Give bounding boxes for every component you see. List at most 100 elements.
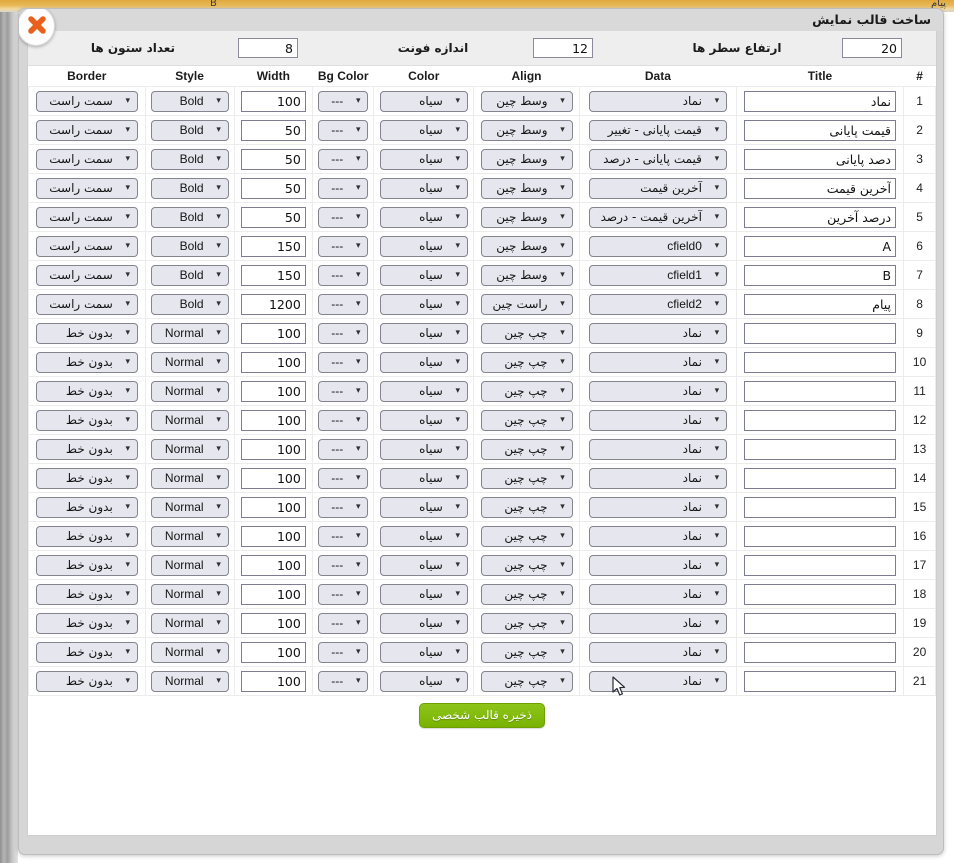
font-style-select-6[interactable]: ▾Bold: [151, 265, 229, 286]
width-input-10[interactable]: [241, 381, 306, 402]
bg-color-select-16[interactable]: ▾---: [318, 555, 368, 576]
bg-color-select-15[interactable]: ▾---: [318, 526, 368, 547]
width-input-14[interactable]: [241, 497, 306, 518]
text-color-select-6[interactable]: ▾سیاه: [380, 265, 468, 286]
border-select-11[interactable]: ▾بدون خط: [36, 410, 138, 431]
border-select-1[interactable]: ▾سمت راست: [36, 120, 138, 141]
data-source-select-2[interactable]: ▾قیمت پایانی - درصد: [589, 149, 727, 170]
text-color-select-2[interactable]: ▾سیاه: [380, 149, 468, 170]
width-input-5[interactable]: [241, 236, 306, 257]
align-select-8[interactable]: ▾چپ چین: [481, 323, 573, 344]
width-input-20[interactable]: [241, 671, 306, 692]
bg-color-select-5[interactable]: ▾---: [318, 236, 368, 257]
border-select-18[interactable]: ▾بدون خط: [36, 613, 138, 634]
align-select-14[interactable]: ▾چپ چین: [481, 497, 573, 518]
font-style-select-7[interactable]: ▾Bold: [151, 294, 229, 315]
align-select-7[interactable]: ▾راست چین: [481, 294, 573, 315]
title-input-0[interactable]: [744, 91, 896, 112]
bg-color-select-19[interactable]: ▾---: [318, 642, 368, 663]
align-select-18[interactable]: ▾چپ چین: [481, 613, 573, 634]
title-input-4[interactable]: [744, 207, 896, 228]
font-style-select-13[interactable]: ▾Normal: [151, 468, 229, 489]
title-input-6[interactable]: [744, 265, 896, 286]
border-select-5[interactable]: ▾سمت راست: [36, 236, 138, 257]
align-select-17[interactable]: ▾چپ چین: [481, 584, 573, 605]
border-select-7[interactable]: ▾سمت راست: [36, 294, 138, 315]
font-style-select-0[interactable]: ▾Bold: [151, 91, 229, 112]
data-source-select-14[interactable]: ▾نماد: [589, 497, 727, 518]
width-input-15[interactable]: [241, 526, 306, 547]
bg-color-select-2[interactable]: ▾---: [318, 149, 368, 170]
align-select-10[interactable]: ▾چپ چین: [481, 381, 573, 402]
align-select-11[interactable]: ▾چپ چین: [481, 410, 573, 431]
width-input-11[interactable]: [241, 410, 306, 431]
data-source-select-3[interactable]: ▾آخرین قیمت: [589, 178, 727, 199]
width-input-18[interactable]: [241, 613, 306, 634]
text-color-select-9[interactable]: ▾سیاه: [380, 352, 468, 373]
text-color-select-4[interactable]: ▾سیاه: [380, 207, 468, 228]
data-source-select-11[interactable]: ▾نماد: [589, 410, 727, 431]
title-input-11[interactable]: [744, 410, 896, 431]
border-select-3[interactable]: ▾سمت راست: [36, 178, 138, 199]
width-input-0[interactable]: [241, 91, 306, 112]
width-input-4[interactable]: [241, 207, 306, 228]
align-select-1[interactable]: ▾وسط چین: [481, 120, 573, 141]
text-color-select-14[interactable]: ▾سیاه: [380, 497, 468, 518]
align-select-16[interactable]: ▾چپ چین: [481, 555, 573, 576]
data-source-select-8[interactable]: ▾نماد: [589, 323, 727, 344]
border-select-17[interactable]: ▾بدون خط: [36, 584, 138, 605]
bg-color-select-18[interactable]: ▾---: [318, 613, 368, 634]
border-select-16[interactable]: ▾بدون خط: [36, 555, 138, 576]
width-input-9[interactable]: [241, 352, 306, 373]
data-source-select-7[interactable]: ▾cfield2: [589, 294, 727, 315]
bg-color-select-9[interactable]: ▾---: [318, 352, 368, 373]
title-input-7[interactable]: [744, 294, 896, 315]
bg-color-select-12[interactable]: ▾---: [318, 439, 368, 460]
border-select-20[interactable]: ▾بدون خط: [36, 671, 138, 692]
font-style-select-18[interactable]: ▾Normal: [151, 613, 229, 634]
text-color-select-15[interactable]: ▾سیاه: [380, 526, 468, 547]
data-source-select-19[interactable]: ▾نماد: [589, 642, 727, 663]
font-style-select-10[interactable]: ▾Normal: [151, 381, 229, 402]
align-select-2[interactable]: ▾وسط چین: [481, 149, 573, 170]
border-select-15[interactable]: ▾بدون خط: [36, 526, 138, 547]
bg-color-select-10[interactable]: ▾---: [318, 381, 368, 402]
font-style-select-20[interactable]: ▾Normal: [151, 671, 229, 692]
border-select-14[interactable]: ▾بدون خط: [36, 497, 138, 518]
text-color-select-5[interactable]: ▾سیاه: [380, 236, 468, 257]
align-select-12[interactable]: ▾چپ چین: [481, 439, 573, 460]
font-style-select-16[interactable]: ▾Normal: [151, 555, 229, 576]
width-input-17[interactable]: [241, 584, 306, 605]
bg-color-select-11[interactable]: ▾---: [318, 410, 368, 431]
title-input-3[interactable]: [744, 178, 896, 199]
title-input-13[interactable]: [744, 468, 896, 489]
align-select-4[interactable]: ▾وسط چین: [481, 207, 573, 228]
title-input-18[interactable]: [744, 613, 896, 634]
columns-count-input[interactable]: [238, 38, 298, 58]
data-source-select-15[interactable]: ▾نماد: [589, 526, 727, 547]
font-style-select-8[interactable]: ▾Normal: [151, 323, 229, 344]
title-input-1[interactable]: [744, 120, 896, 141]
title-input-9[interactable]: [744, 352, 896, 373]
font-style-select-17[interactable]: ▾Normal: [151, 584, 229, 605]
width-input-12[interactable]: [241, 439, 306, 460]
data-source-select-20[interactable]: ▾نماد: [589, 671, 727, 692]
text-color-select-13[interactable]: ▾سیاه: [380, 468, 468, 489]
align-select-3[interactable]: ▾وسط چین: [481, 178, 573, 199]
title-input-16[interactable]: [744, 555, 896, 576]
align-select-6[interactable]: ▾وسط چین: [481, 265, 573, 286]
font-style-select-3[interactable]: ▾Bold: [151, 178, 229, 199]
text-color-select-12[interactable]: ▾سیاه: [380, 439, 468, 460]
width-input-19[interactable]: [241, 642, 306, 663]
align-select-20[interactable]: ▾چپ چین: [481, 671, 573, 692]
font-style-select-4[interactable]: ▾Bold: [151, 207, 229, 228]
title-input-20[interactable]: [744, 671, 896, 692]
row-height-input[interactable]: [842, 38, 902, 58]
font-style-select-15[interactable]: ▾Normal: [151, 526, 229, 547]
border-select-12[interactable]: ▾بدون خط: [36, 439, 138, 460]
text-color-select-8[interactable]: ▾سیاه: [380, 323, 468, 344]
data-source-select-16[interactable]: ▾نماد: [589, 555, 727, 576]
title-input-17[interactable]: [744, 584, 896, 605]
border-select-19[interactable]: ▾بدون خط: [36, 642, 138, 663]
title-input-10[interactable]: [744, 381, 896, 402]
